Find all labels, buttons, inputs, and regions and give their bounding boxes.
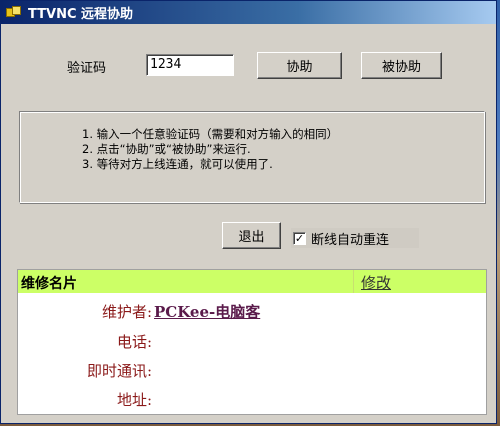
auto-reconnect-label: 断线自动重连 [311, 232, 390, 248]
app-window: TTVNC 远程协助 验证码 1234 协助 被协助 1. 输入一个任意验证码（… [0, 0, 497, 424]
verification-code-input[interactable]: 1234 [146, 54, 234, 76]
be-assisted-button[interactable]: 被协助 [361, 52, 442, 79]
card-title: 维修名片 [21, 276, 77, 292]
phone-label: 电话: [116, 333, 152, 351]
maintenance-card: 维修名片 修改 维护者: PCKee-电脑客 电话: 即时通讯: 地址: [17, 269, 487, 415]
address-label: 地址: [116, 391, 152, 409]
auto-reconnect-option[interactable]: ✓ 断线自动重连 [291, 228, 419, 248]
instruction-line-1: 1. 输入一个任意验证码（需要和对方输入的相同） [82, 127, 339, 141]
instruction-line-3: 3. 等待对方上线连通，就可以使用了. [82, 157, 273, 171]
maintainer-label: 维护者: [101, 303, 152, 321]
assist-button[interactable]: 协助 [257, 52, 342, 79]
maintainer-link[interactable]: PCKee-电脑客 [154, 301, 260, 322]
card-header: 维修名片 修改 [18, 270, 486, 293]
verification-code-label: 验证码 [67, 61, 107, 76]
auto-reconnect-checkbox[interactable]: ✓ [293, 231, 306, 245]
window-title: TTVNC 远程协助 [28, 7, 134, 22]
app-icon [6, 5, 22, 20]
header-divider [353, 270, 354, 293]
instruction-line-2: 2. 点击“协助”或“被协助”来运行. [82, 142, 251, 156]
im-label: 即时通讯: [86, 362, 152, 380]
instructions-panel: 1. 输入一个任意验证码（需要和对方输入的相同） 2. 点击“协助”或“被协助”… [19, 111, 485, 203]
title-bar[interactable]: TTVNC 远程协助 [1, 1, 496, 24]
exit-button[interactable]: 退出 [222, 222, 281, 249]
edit-link[interactable]: 修改 [361, 272, 391, 293]
